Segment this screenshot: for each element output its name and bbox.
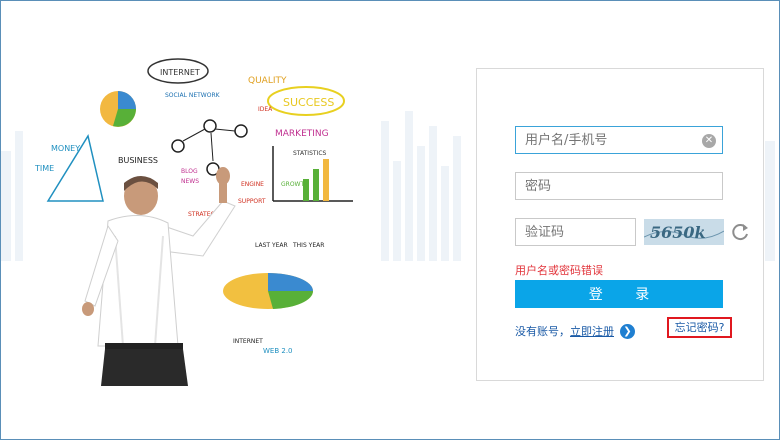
internet-bottom-label: INTERNET xyxy=(233,338,263,345)
this-year-label: THIS YEAR xyxy=(292,242,324,249)
time-label: TIME xyxy=(34,164,54,173)
username-input[interactable] xyxy=(515,126,723,154)
engine-label: ENGINE xyxy=(241,181,264,188)
login-panel: ✕ 5650k 用户名或密码错误 登 录 没有账号， 立即注册 ❯ 忘记密码? xyxy=(476,68,764,381)
business-label: BUSINESS xyxy=(118,156,158,165)
captcha-image[interactable]: 5650k xyxy=(643,219,725,245)
blog-label: BLOG xyxy=(181,168,198,175)
last-year-label: LAST YEAR xyxy=(255,242,288,249)
idea-label: IDEA xyxy=(258,106,273,113)
web-label: WEB 2.0 xyxy=(263,347,293,355)
whiteboard-illustration: INTERNET SOCIAL NETWORK QUALITY SUCCESS … xyxy=(23,51,368,386)
marketing-label: MARKETING xyxy=(275,129,329,139)
quality-label: QUALITY xyxy=(248,76,287,86)
social-network-label: SOCIAL NETWORK xyxy=(165,92,221,99)
password-input[interactable] xyxy=(515,172,723,200)
login-button[interactable]: 登 录 xyxy=(515,280,723,308)
captcha-text: 5650k xyxy=(650,223,706,242)
page-frame: INTERNET SOCIAL NETWORK QUALITY SUCCESS … xyxy=(0,0,780,440)
internet-label: INTERNET xyxy=(160,68,200,77)
support-label: SUPPORT xyxy=(238,198,266,205)
news-label: NEWS xyxy=(181,178,199,185)
whiteboard-drawing: INTERNET SOCIAL NETWORK QUALITY SUCCESS … xyxy=(23,51,368,386)
register-line: 没有账号， 立即注册 ❯ xyxy=(515,323,635,339)
forgot-password-link[interactable]: 忘记密码? xyxy=(667,317,732,338)
error-message: 用户名或密码错误 xyxy=(515,264,603,277)
money-label: MONEY xyxy=(51,144,80,153)
success-label: SUCCESS xyxy=(283,96,334,109)
register-link[interactable]: 立即注册 xyxy=(570,323,614,339)
no-account-text: 没有账号， xyxy=(515,325,570,338)
statistics-label: STATISTICS xyxy=(293,150,327,157)
growth-label: GROWTH xyxy=(281,181,309,188)
captcha-input[interactable] xyxy=(515,218,636,246)
arrow-right-icon[interactable]: ❯ xyxy=(620,323,635,339)
refresh-icon[interactable] xyxy=(729,221,751,243)
clear-icon[interactable]: ✕ xyxy=(702,134,716,148)
